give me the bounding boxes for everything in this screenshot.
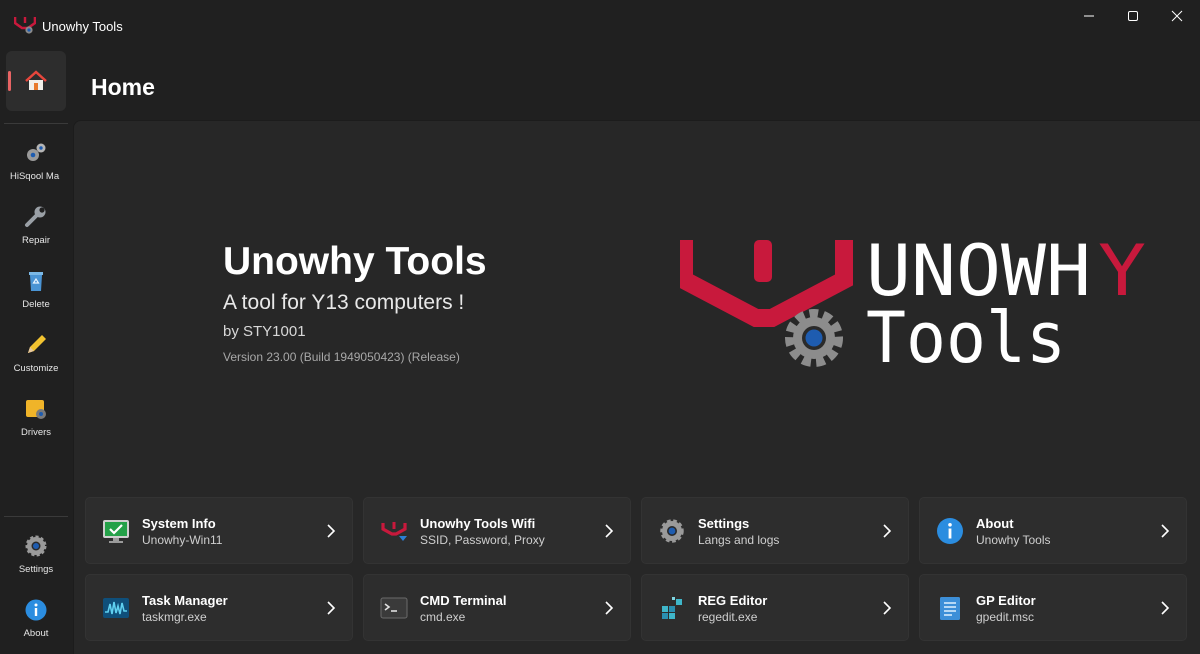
card-subtitle: Langs and logs: [698, 533, 780, 547]
card-subtitle: cmd.exe: [420, 610, 466, 624]
brand-line2: Tools: [866, 297, 1066, 372]
wifi-logo-icon: [381, 522, 407, 541]
card-title: Settings: [698, 516, 750, 531]
maximize-icon: [1128, 11, 1138, 21]
sidebar-item-settings[interactable]: Settings: [0, 534, 72, 594]
sidebar: HiSqool Ma Repair Delete Customize Drive…: [0, 44, 72, 654]
chevron-right-icon: [883, 601, 892, 615]
gear-icon: [785, 309, 843, 367]
sidebar-item-customize[interactable]: Customize: [0, 333, 72, 393]
wrench-icon: [25, 206, 46, 227]
card-reg-editor[interactable]: REG Editor regedit.exe: [641, 574, 909, 641]
app-title: Unowhy Tools: [42, 19, 123, 34]
minimize-icon: [1084, 15, 1094, 17]
sidebar-item-home[interactable]: [6, 51, 66, 111]
chevron-right-icon: [1161, 524, 1170, 538]
sidebar-divider: [4, 516, 68, 517]
policy-document-icon: [940, 597, 960, 620]
card-task-manager[interactable]: Task Manager taskmgr.exe: [85, 574, 353, 641]
sidebar-item-label: Delete: [22, 299, 50, 310]
card-subtitle: taskmgr.exe: [142, 610, 207, 624]
unowhy-tools-logo: UNOWH Y Tools: [680, 232, 1146, 372]
card-system-info[interactable]: System Info Unowhy-Win11: [85, 497, 353, 564]
chevron-right-icon: [883, 524, 892, 538]
card-unowhy-wifi[interactable]: Unowhy Tools Wifi SSID, Password, Proxy: [363, 497, 631, 564]
sidebar-item-repair[interactable]: Repair: [0, 205, 72, 265]
pencil-icon: [28, 335, 46, 353]
card-subtitle: regedit.exe: [698, 610, 758, 624]
task-manager-icon: [103, 598, 129, 618]
gears-icon: [27, 143, 46, 161]
chevron-right-icon: [1161, 601, 1170, 615]
close-icon: [1171, 10, 1183, 22]
sidebar-item-label: Repair: [22, 235, 50, 246]
title-bar: Unowhy Tools: [0, 0, 1200, 44]
chevron-right-icon: [605, 524, 614, 538]
minimize-button[interactable]: [1066, 0, 1112, 32]
card-title: Task Manager: [142, 593, 228, 608]
selected-indicator: [8, 71, 11, 91]
card-subtitle: SSID, Password, Proxy: [420, 533, 545, 547]
card-about[interactable]: About Unowhy Tools: [919, 497, 1187, 564]
card-title: GP Editor: [976, 593, 1036, 608]
card-title: CMD Terminal: [420, 593, 507, 608]
chevron-right-icon: [327, 601, 336, 615]
info-icon: [25, 599, 47, 621]
sidebar-item-label: Customize: [13, 363, 59, 374]
terminal-icon: [380, 597, 408, 619]
hero-title: Unowhy Tools: [223, 240, 487, 283]
card-title: About: [976, 516, 1014, 531]
card-gp-editor[interactable]: GP Editor gpedit.msc: [919, 574, 1187, 641]
recycle-bin-icon: [29, 272, 43, 291]
card-subtitle: Unowhy Tools: [976, 533, 1051, 547]
hero-author: by STY1001: [223, 323, 306, 340]
brand-line1-y: Y: [1098, 232, 1146, 312]
chevron-right-icon: [327, 524, 336, 538]
card-title: REG Editor: [698, 593, 768, 608]
gear-icon: [25, 535, 47, 557]
sidebar-item-hisqool[interactable]: HiSqool Ma: [0, 141, 72, 201]
close-button[interactable]: [1154, 0, 1200, 32]
home-icon: [25, 70, 47, 90]
sidebar-item-label: Drivers: [20, 427, 52, 438]
card-subtitle: gpedit.msc: [976, 610, 1035, 624]
sidebar-item-label: About: [23, 628, 49, 639]
gear-icon: [660, 519, 684, 543]
page-title: Home: [91, 74, 155, 100]
card-subtitle: Unowhy-Win11: [142, 533, 223, 547]
sidebar-divider: [4, 123, 68, 124]
chevron-right-icon: [605, 601, 614, 615]
hero-subtitle: A tool for Y13 computers !: [223, 291, 465, 314]
card-title: Unowhy Tools Wifi: [420, 516, 536, 531]
hero-version: Version 23.00 (Build 1949050423) (Releas…: [223, 350, 460, 364]
drivers-icon: [26, 400, 46, 419]
info-icon: [937, 518, 963, 544]
card-settings[interactable]: Settings Langs and logs: [641, 497, 909, 564]
sidebar-item-delete[interactable]: Delete: [0, 269, 72, 329]
sidebar-item-drivers[interactable]: Drivers: [0, 397, 72, 457]
monitor-check-icon: [103, 520, 129, 543]
sidebar-item-about[interactable]: About: [0, 598, 72, 654]
maximize-button[interactable]: [1110, 0, 1156, 32]
sidebar-item-label: Settings: [18, 564, 54, 575]
app-logo-icon: [14, 17, 36, 34]
card-title: System Info: [142, 516, 216, 531]
card-cmd-terminal[interactable]: CMD Terminal cmd.exe: [363, 574, 631, 641]
sidebar-item-label: HiSqool Ma: [10, 171, 60, 182]
registry-icon: [662, 597, 682, 619]
